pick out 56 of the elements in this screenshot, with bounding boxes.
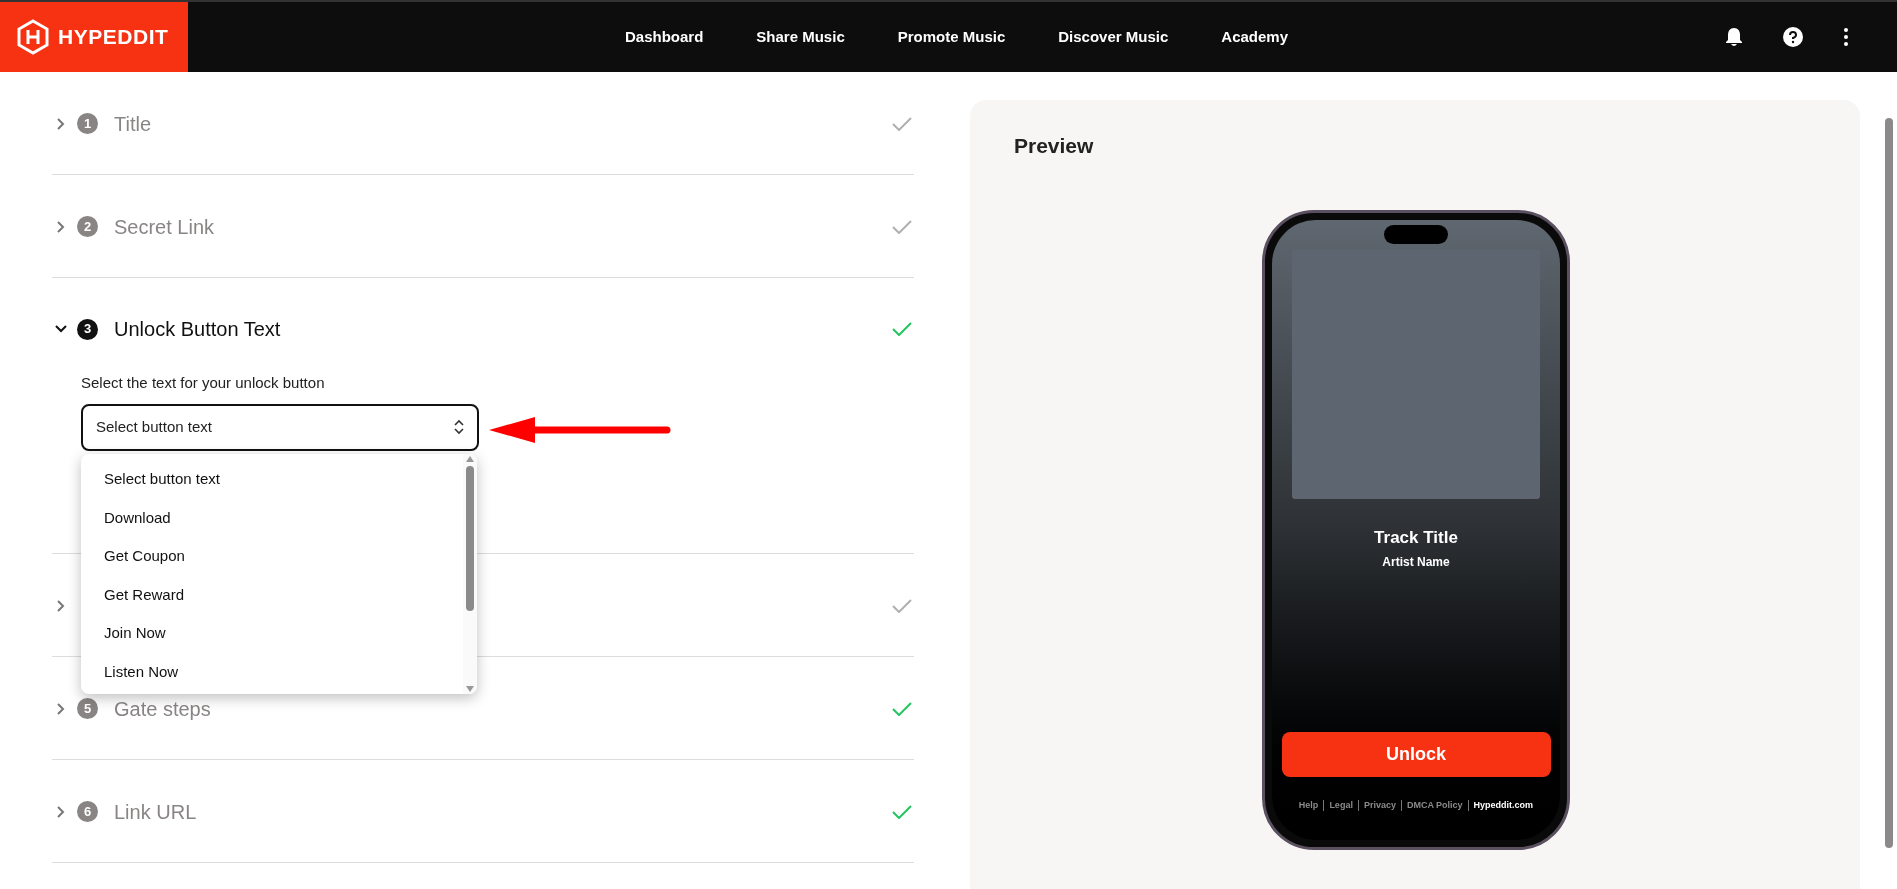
dropdown-scrollbar[interactable] (463, 454, 477, 694)
step-number: 2 (77, 216, 98, 237)
step-number: 6 (77, 801, 98, 822)
help-icon[interactable] (1783, 27, 1803, 47)
more-menu-icon[interactable] (1843, 27, 1849, 47)
scroll-down-arrow-icon[interactable] (466, 686, 474, 692)
step-number: 3 (77, 318, 98, 340)
scrollbar-thumb[interactable] (1885, 118, 1893, 848)
step-number: 5 (77, 698, 98, 719)
step-title[interactable]: Gate steps (114, 693, 211, 724)
track-title: Track Title (1374, 527, 1458, 549)
dropdown-option[interactable]: Listen Now (81, 652, 463, 691)
artist-name: Artist Name (1382, 553, 1450, 571)
nav-link[interactable]: Discover Music (1058, 25, 1169, 49)
step-number: 1 (77, 113, 98, 134)
footer-link[interactable]: Privacy (1363, 798, 1396, 812)
brand-name: HYPEDDIT (58, 24, 169, 51)
dropdown-option[interactable]: Join Now (81, 614, 463, 653)
step-title[interactable]: Link URL (114, 796, 197, 827)
nav-link[interactable]: Dashboard (625, 25, 704, 49)
dropdown-option[interactable]: Get Coupon (81, 537, 463, 576)
nav-link[interactable]: Academy (1221, 25, 1288, 49)
checkmark-icon (892, 804, 912, 819)
checkmark-icon (892, 598, 912, 613)
unlock-button[interactable]: Unlock (1281, 731, 1551, 777)
logo[interactable]: HYPEDDIT (0, 2, 188, 72)
step-title[interactable]: Unlock Button Text (114, 314, 281, 344)
dropdown-option[interactable]: Download (81, 498, 463, 537)
hexagon-logo-icon (16, 19, 50, 55)
chevron-right-icon[interactable] (57, 599, 65, 612)
chevron-right-icon[interactable] (57, 805, 65, 818)
checkmark-icon (892, 116, 912, 131)
checkmark-icon (892, 219, 912, 234)
chevron-right-icon[interactable] (57, 117, 65, 130)
footer-link[interactable]: DMCA Policy (1406, 798, 1463, 812)
chevron-down-icon[interactable] (55, 325, 67, 333)
scroll-up-arrow-icon[interactable] (466, 456, 474, 462)
chevron-right-icon[interactable] (57, 702, 65, 715)
camera-notch (1384, 225, 1448, 244)
nav-link[interactable]: Promote Music (897, 25, 1006, 49)
dropdown-option[interactable]: Select button text (81, 460, 463, 499)
checkmark-icon (892, 322, 912, 336)
up-down-caret-icon (454, 419, 464, 435)
field-label: Select the text for your unlock button (81, 373, 326, 393)
select-field[interactable]: Select button text (81, 403, 479, 451)
step-title[interactable]: Secret Link (114, 211, 215, 242)
preview-title: Preview (1014, 133, 1094, 159)
footer-link[interactable]: Legal (1329, 798, 1353, 812)
notification-bell-icon[interactable] (1725, 27, 1743, 47)
checkmark-icon (892, 701, 912, 716)
footer-link[interactable]: Hypeddit.com (1473, 798, 1534, 812)
dropdown-option[interactable]: Get Reward (81, 575, 463, 614)
footer-link[interactable]: Help (1298, 798, 1319, 812)
step-title[interactable]: Title (114, 108, 152, 139)
nav-link[interactable]: Share Music (756, 25, 845, 49)
chevron-right-icon[interactable] (57, 220, 65, 233)
